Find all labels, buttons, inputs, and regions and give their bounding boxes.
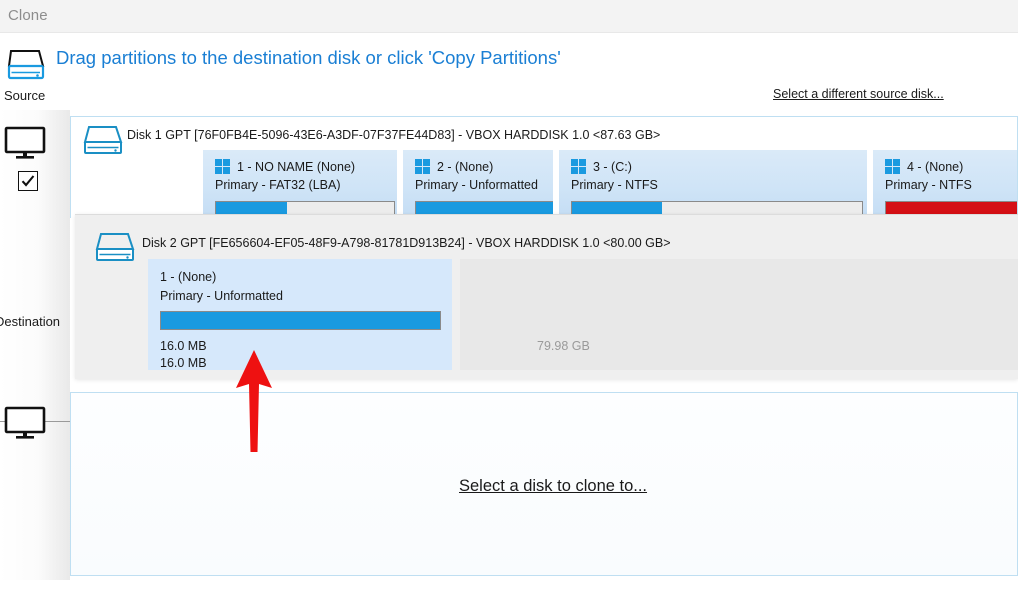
select-disk-to-clone-to-link[interactable]: Select a disk to clone to... [459, 477, 647, 496]
overlay-partition-block[interactable]: 1 - (None) Primary - Unformatted 16.0 MB… [148, 259, 452, 370]
windows-logo-icon [415, 159, 430, 174]
source-partition-block[interactable]: 3 - (C:) Primary - NTFS [559, 150, 867, 218]
overlay-usage-bar [160, 311, 441, 330]
overlay-disk-title: Disk 2 GPT [FE656604-EF05-48F9-A798-8178… [142, 236, 671, 250]
partition-header: 2 - (None) [415, 159, 493, 174]
overlay-partition-size-used: 16.0 MB [160, 356, 207, 370]
hard-disk-icon [83, 124, 127, 158]
source-disk-panel: Disk 1 GPT [76F0FB4E-5096-43E6-A3DF-07F3… [70, 116, 1018, 218]
partition-header: 1 - NO NAME (None) [215, 159, 355, 174]
source-disk-checkbox[interactable] [18, 171, 38, 191]
source-partition-block[interactable]: 2 - (None) Primary - Unformatted [403, 150, 553, 218]
windows-logo-icon [215, 159, 230, 174]
red-up-arrow-annotation [232, 348, 276, 459]
disk2-overlay-panel[interactable]: Disk 2 GPT [FE656604-EF05-48F9-A798-8178… [75, 214, 1018, 379]
monitor-icon [3, 126, 47, 160]
window-title: Clone [8, 7, 48, 24]
windows-logo-icon [571, 159, 586, 174]
partition-type: Primary - NTFS [885, 178, 972, 192]
overlay-partition-name: 1 - (None) [160, 270, 217, 284]
source-partition-block[interactable]: 1 - NO NAME (None) Primary - FAT32 (LBA) [203, 150, 397, 218]
source-partitions-row: 1 - NO NAME (None) Primary - FAT32 (LBA) 2… [131, 150, 1017, 218]
partition-type: Primary - FAT32 (LBA) [215, 178, 341, 192]
partition-header: 3 - (C:) [571, 159, 632, 174]
windows-logo-icon [885, 159, 900, 174]
partition-name: 3 - (C:) [593, 159, 632, 174]
source-partition-block[interactable]: 4 - (None) Primary - NTFS [873, 150, 1017, 218]
overlay-unallocated-size: 79.98 GB [537, 339, 590, 353]
source-disk-title: Disk 1 GPT [76F0FB4E-5096-43E6-A3DF-07F3… [127, 128, 661, 142]
hard-disk-icon [95, 231, 139, 265]
overlay-partition-type: Primary - Unformatted [160, 289, 283, 303]
select-different-source-disk-link[interactable]: Select a different source disk... [773, 87, 944, 101]
partition-type: Primary - Unformatted [415, 178, 538, 192]
window-titlebar: Clone [0, 0, 1018, 33]
hard-disk-icon [6, 42, 48, 84]
partition-name: 2 - (None) [437, 159, 494, 174]
partition-name: 4 - (None) [907, 159, 964, 174]
rail-destination-label: Destination [0, 314, 61, 329]
partition-name: 1 - NO NAME (None) [237, 159, 356, 174]
clone-window: Clone Drag partitions to the destination… [0, 0, 1018, 598]
partition-type: Primary - NTFS [571, 178, 658, 192]
overlay-partition-size-total: 16.0 MB [160, 339, 207, 353]
page-title: Drag partitions to the destination disk … [56, 47, 561, 68]
rail-source-label: Source [4, 88, 46, 103]
overlay-unallocated-block[interactable]: 79.98 GB [460, 259, 1018, 370]
partition-header: 4 - (None) [885, 159, 963, 174]
monitor-icon [3, 406, 47, 440]
